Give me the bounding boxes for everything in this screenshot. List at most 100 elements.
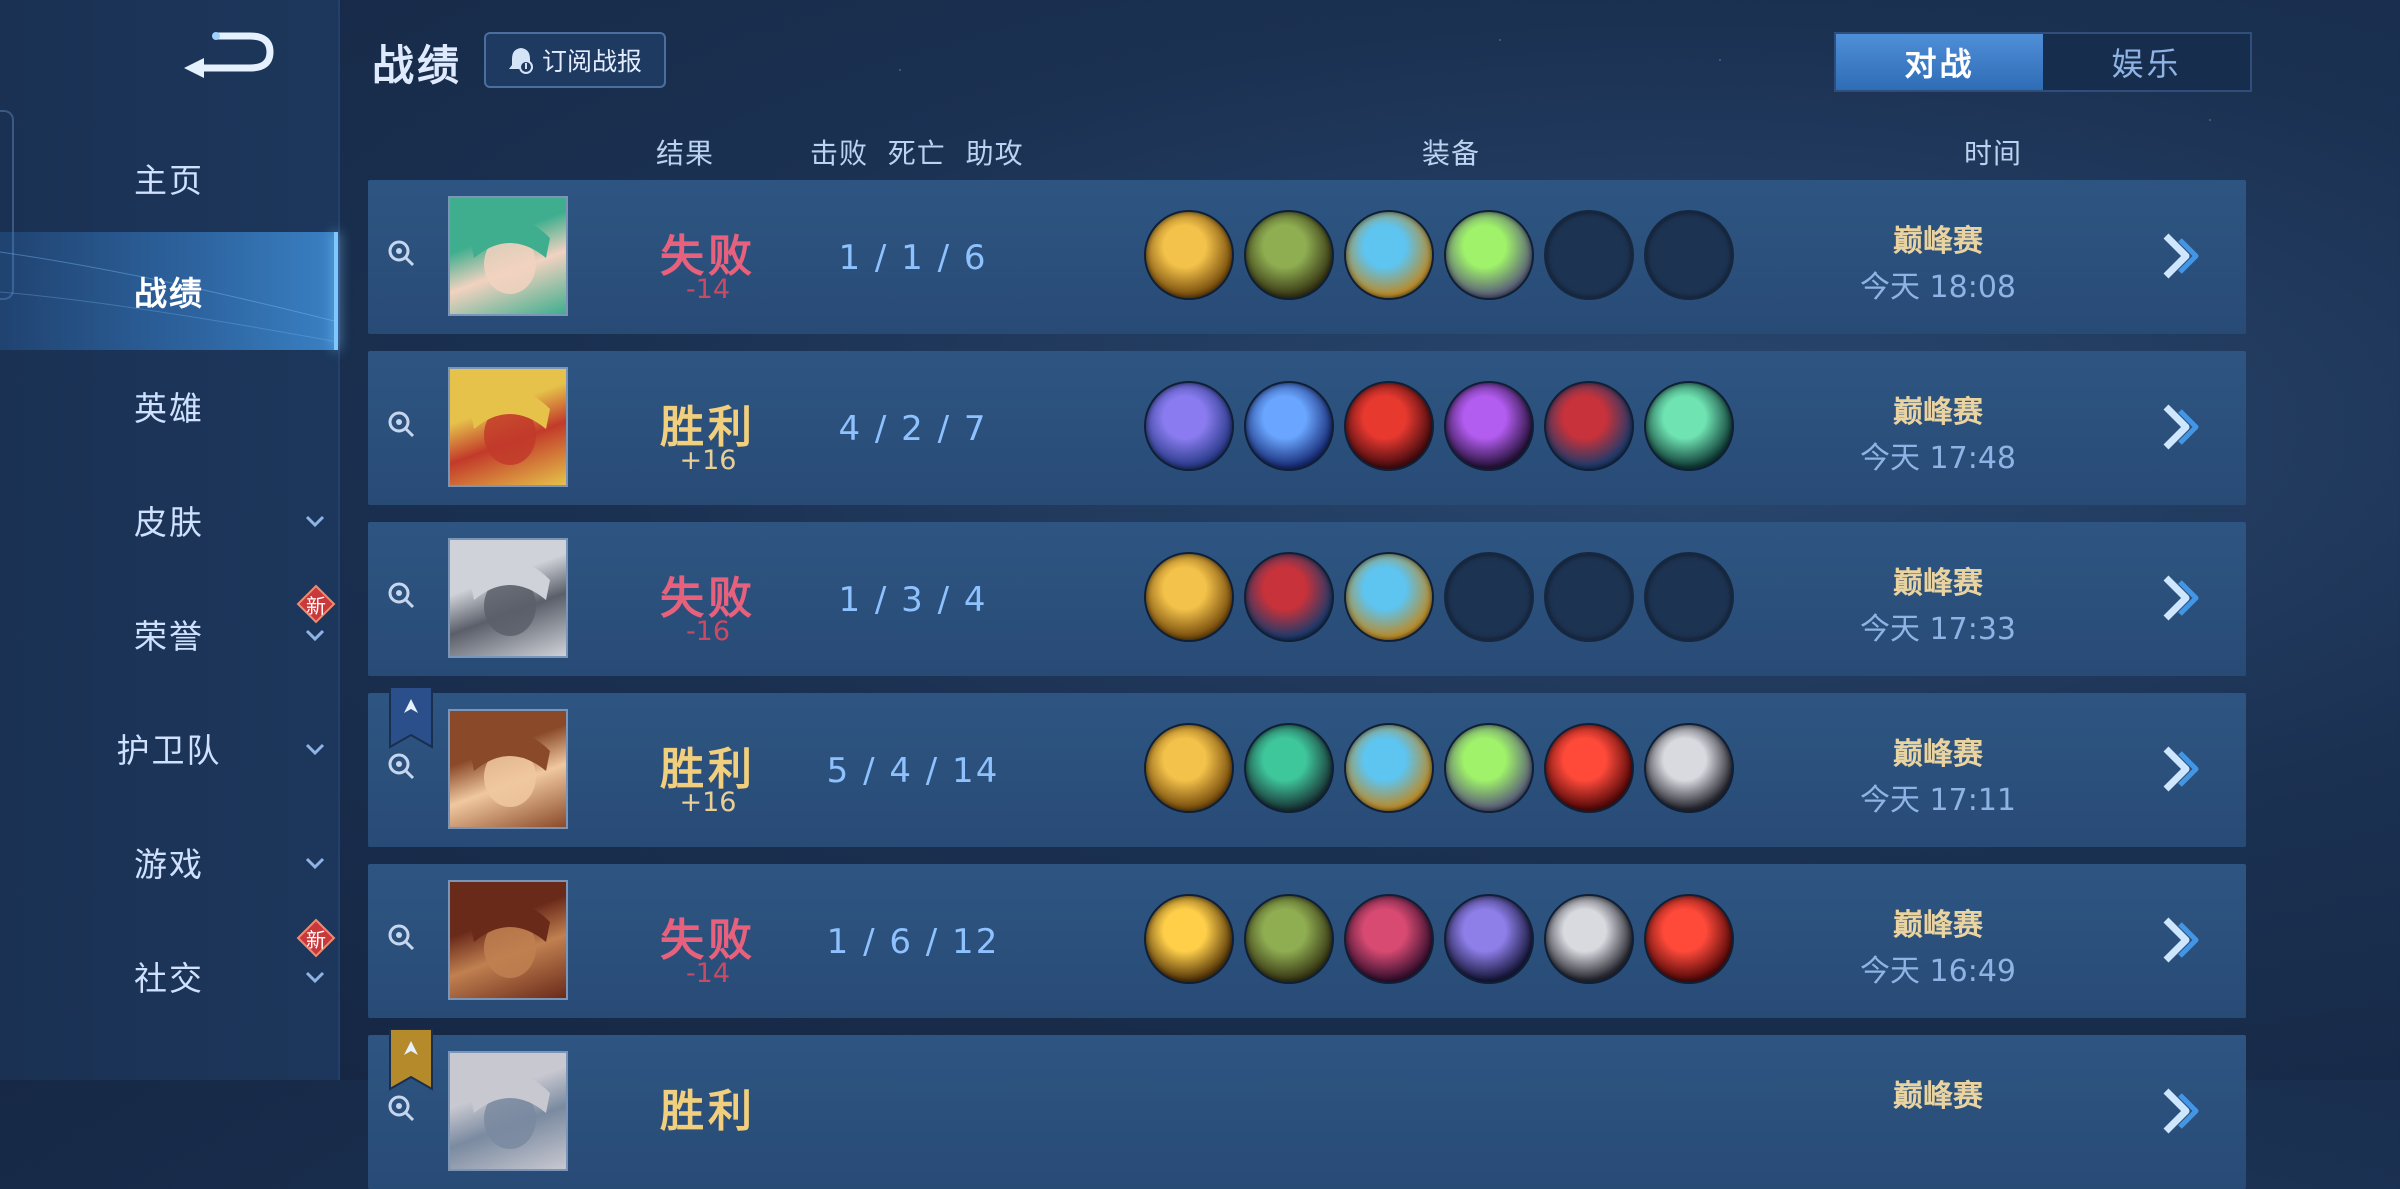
column-header-result: 结果: [656, 137, 715, 170]
column-header-kda: 击败 死亡 助攻: [810, 137, 1024, 170]
teal-boots-icon: [1244, 723, 1334, 813]
ribbon-badge-icon: [389, 1029, 433, 1091]
chevron-right-icon[interactable]: [2160, 743, 2206, 795]
gold-shield-icon: [1144, 210, 1234, 300]
hero-portrait-icon: [470, 902, 550, 978]
red-gem-icon: [1644, 894, 1734, 984]
sidebar-item-label: 英雄: [134, 389, 204, 428]
hero-avatar: [448, 367, 568, 487]
match-time: 今天 18:08: [1860, 270, 2016, 305]
hero-avatar: [448, 880, 568, 1000]
green-winged-armor-icon: [1444, 723, 1534, 813]
chevron-right-icon[interactable]: [2160, 1085, 2206, 1137]
rank-point-change: +16: [679, 445, 737, 476]
back-button[interactable]: [180, 28, 280, 84]
hero-portrait-icon: [470, 218, 550, 294]
magnifier-detail-icon[interactable]: [386, 751, 416, 781]
hero-portrait-icon: [470, 389, 550, 465]
new-badge-label: 新: [306, 594, 326, 618]
match-row[interactable]: 失败 -16 1 / 3 / 4 巅峰赛 今天 17:33: [368, 522, 2246, 676]
steel-armor-icon: [1544, 894, 1634, 984]
new-badge: 新: [296, 918, 336, 958]
crimson-helmet-icon: [1344, 894, 1434, 984]
magnifier-detail-icon[interactable]: [386, 409, 416, 439]
subscribe-label: 订阅战报: [541, 47, 642, 76]
gold-armor-icon: [1144, 894, 1234, 984]
match-mode: 巅峰赛: [1893, 908, 1983, 943]
match-row[interactable]: 胜利 +16 4 / 2 / 7 巅峰赛 今天 17:48: [368, 351, 2246, 505]
kda-stats: 1 / 6 / 12: [826, 922, 1000, 962]
red-helmet-icon: [1344, 381, 1434, 471]
kda-stats: 1 / 1 / 6: [838, 238, 988, 278]
kda-stats: 5 / 4 / 14: [826, 751, 1000, 791]
hero-avatar: [448, 1051, 568, 1171]
hero-avatar: [448, 538, 568, 658]
magnifier-detail-icon[interactable]: [386, 238, 416, 268]
sidebar-item-guard-team[interactable]: 护卫队: [0, 708, 338, 788]
sidebar-item-label: 游戏: [134, 845, 204, 884]
match-mode: 巅峰赛: [1893, 1079, 1983, 1114]
green-boots-icon: [1244, 210, 1334, 300]
kda-stats: 1 / 3 / 4: [838, 580, 988, 620]
sidebar-item-records[interactable]: 战绩: [0, 232, 338, 350]
blue-gold-amulet-icon: [1344, 210, 1434, 300]
green-winged-armor-icon: [1444, 210, 1534, 300]
sidebar-item-home[interactable]: 主页: [0, 138, 338, 218]
magnifier-detail-icon[interactable]: [386, 1093, 416, 1123]
chevron-down-icon: [305, 629, 325, 642]
subscribe-report-button[interactable]: 订阅战报: [484, 32, 666, 88]
sidebar-item-skins[interactable]: 皮肤: [0, 480, 338, 560]
chevron-right-icon[interactable]: [2160, 914, 2206, 966]
page-title: 战绩: [372, 41, 463, 90]
gold-shield-icon: [1144, 552, 1234, 642]
match-row[interactable]: 失败 -14 1 / 6 / 12 巅峰赛 今天 16:49: [368, 864, 2246, 1018]
rank-point-change: -14: [685, 958, 731, 989]
rank-point-change: +16: [679, 787, 737, 818]
column-header-items: 装备: [1422, 137, 1481, 170]
active-indicator: [334, 232, 338, 350]
chevron-right-icon[interactable]: [2160, 230, 2206, 282]
dark-purple-blade-icon: [1444, 381, 1534, 471]
match-mode: 巅峰赛: [1893, 737, 1983, 772]
green-boots-icon: [1244, 894, 1334, 984]
empty-item-slot: [1644, 210, 1734, 300]
hero-avatar: [448, 196, 568, 316]
sidebar-item-heroes[interactable]: 英雄: [0, 366, 338, 446]
match-mode: 巅峰赛: [1893, 395, 1983, 430]
hero-portrait-icon: [470, 560, 550, 636]
chevron-right-icon[interactable]: [2160, 401, 2206, 453]
hero-portrait-icon: [470, 1073, 550, 1149]
sidebar-item-honor[interactable]: 荣誉 新: [0, 584, 338, 674]
blue-gold-amulet-icon: [1344, 552, 1434, 642]
chevron-down-icon: [305, 971, 325, 984]
sidebar-item-games[interactable]: 游戏: [0, 822, 338, 902]
match-time: 今天 16:49: [1860, 954, 2016, 989]
steel-armor-icon: [1644, 723, 1734, 813]
sidebar-item-label: 护卫队: [116, 731, 222, 770]
sidebar-item-label: 皮肤: [134, 503, 204, 542]
chevron-down-icon: [305, 743, 325, 756]
violet-armor-icon: [1444, 894, 1534, 984]
magnifier-detail-icon[interactable]: [386, 580, 416, 610]
chevron-down-icon: [305, 857, 325, 870]
sidebar-item-label: 主页: [134, 161, 204, 200]
tab-entertainment[interactable]: 娱乐: [2043, 34, 2250, 90]
equipment-list: [1144, 723, 1734, 813]
match-row[interactable]: 胜利 巅峰赛: [368, 1029, 2246, 1189]
equipment-list: [1144, 552, 1734, 642]
rank-point-change: -14: [685, 274, 731, 305]
rank-point-change: -16: [685, 616, 731, 647]
match-row[interactable]: 胜利 +16 5 / 4 / 14 巅峰赛 今天 17:11: [368, 687, 2246, 847]
sidebar-item-social[interactable]: 社交 新: [0, 918, 338, 1016]
match-time: 今天 17:33: [1860, 612, 2016, 647]
match-row[interactable]: 失败 -14 1 / 1 / 6 巅峰赛 今天 18:08: [368, 180, 2246, 334]
gold-shield-icon: [1144, 723, 1234, 813]
sidebar: 主页 战绩 英雄 皮肤 荣誉 新 护卫队 游戏 社交 新: [0, 0, 340, 1080]
chevron-right-icon[interactable]: [2160, 572, 2206, 624]
sidebar-item-label: 社交: [134, 959, 204, 998]
magnifier-detail-icon[interactable]: [386, 922, 416, 952]
tab-battle[interactable]: 对战: [1836, 34, 2043, 90]
empty-item-slot: [1544, 552, 1634, 642]
blue-gold-amulet-icon: [1344, 723, 1434, 813]
blue-spear-icon: [1244, 381, 1334, 471]
